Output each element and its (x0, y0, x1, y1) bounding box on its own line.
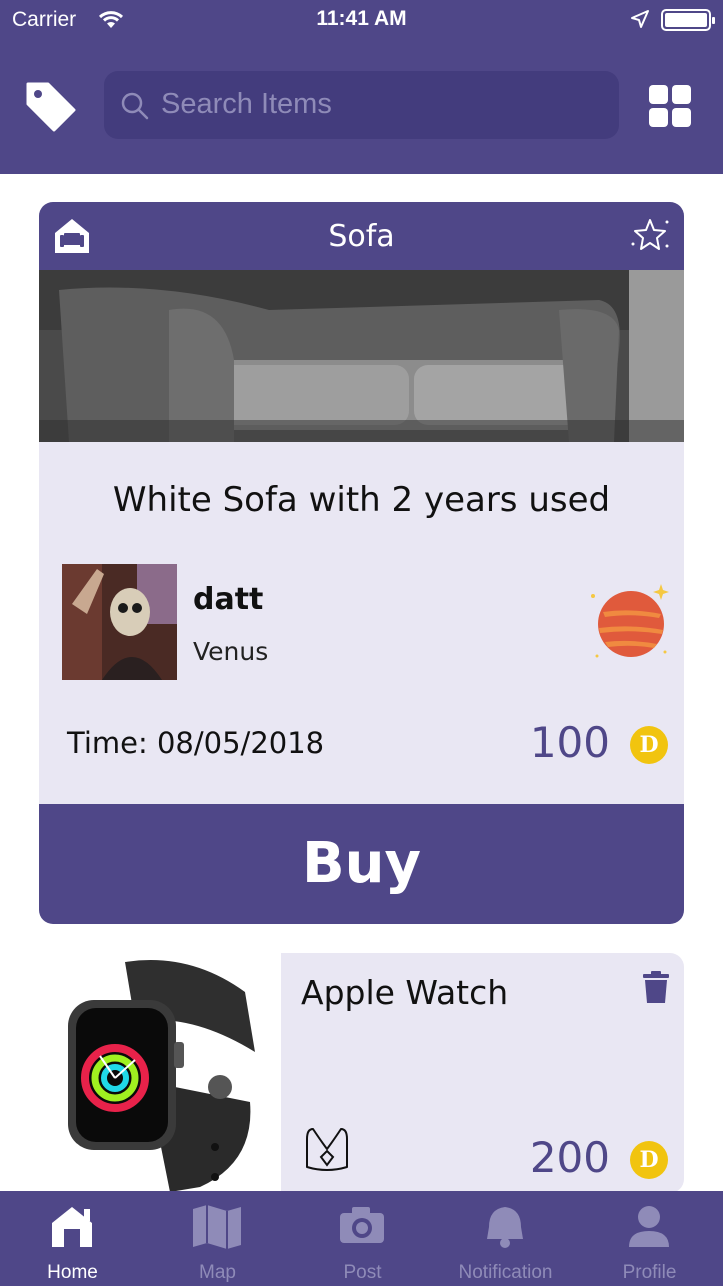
header: Carrier 11:41 AM Search Items (0, 0, 723, 174)
trash-icon[interactable] (643, 971, 669, 1007)
favorite-star-icon[interactable] (629, 214, 671, 260)
coin-icon: D (630, 1141, 668, 1179)
seller-avatar[interactable] (62, 564, 177, 680)
venus-planet-icon (591, 582, 671, 666)
necklace-category-icon (303, 1125, 351, 1177)
tab-bar: Home Map Post Notification Profile (0, 1191, 723, 1286)
list-item-card[interactable]: Apple Watch 200 D (281, 953, 684, 1193)
featured-item-card[interactable]: Sofa White Sofa with 2 years used datt V… (39, 202, 684, 924)
tab-notification[interactable]: Notification (433, 1191, 578, 1286)
status-bar: Carrier 11:41 AM (0, 0, 723, 40)
search-icon (120, 91, 150, 125)
item-price: 100 (529, 718, 610, 767)
tab-profile[interactable]: Profile (577, 1191, 722, 1286)
search-input[interactable]: Search Items (104, 71, 619, 139)
seller-planet: Venus (193, 637, 269, 666)
tab-label: Map (199, 1262, 236, 1283)
tab-post[interactable]: Post (290, 1191, 435, 1286)
search-placeholder: Search Items (161, 88, 332, 120)
list-item-price: 200 (529, 1133, 610, 1182)
tab-label: Notification (458, 1262, 553, 1283)
card-category-title: Sofa (328, 219, 395, 254)
bell-icon (433, 1203, 578, 1249)
posted-time: Time: 08/05/2018 (67, 726, 324, 760)
location-arrow-icon (630, 9, 650, 33)
grid-view-icon[interactable] (649, 85, 693, 129)
seller-name[interactable]: datt (193, 582, 263, 617)
time-label: Time: (67, 726, 148, 760)
coin-icon: D (630, 726, 668, 764)
battery-icon (661, 9, 715, 31)
item-description: White Sofa with 2 years used (112, 480, 611, 520)
card-header: Sofa (39, 202, 684, 270)
map-icon (145, 1203, 290, 1249)
time-value: 08/05/2018 (156, 726, 325, 760)
tab-label: Post (343, 1262, 382, 1283)
clock: 11:41 AM (316, 7, 407, 30)
tab-home[interactable]: Home (0, 1191, 145, 1286)
tab-label: Profile (622, 1262, 677, 1283)
apple-watch-photo (40, 952, 280, 1192)
user-icon (577, 1203, 722, 1249)
list-item-title: Apple Watch (301, 973, 509, 1012)
camera-icon (290, 1203, 435, 1249)
buy-button[interactable]: Buy (39, 804, 684, 924)
sofa-photo (39, 270, 684, 442)
tab-map[interactable]: Map (145, 1191, 290, 1286)
home-icon (0, 1203, 145, 1249)
app-screen: Carrier 11:41 AM Search Items Sofa White… (0, 0, 723, 1286)
tag-icon[interactable] (24, 80, 78, 136)
tab-label: Home (47, 1262, 98, 1283)
